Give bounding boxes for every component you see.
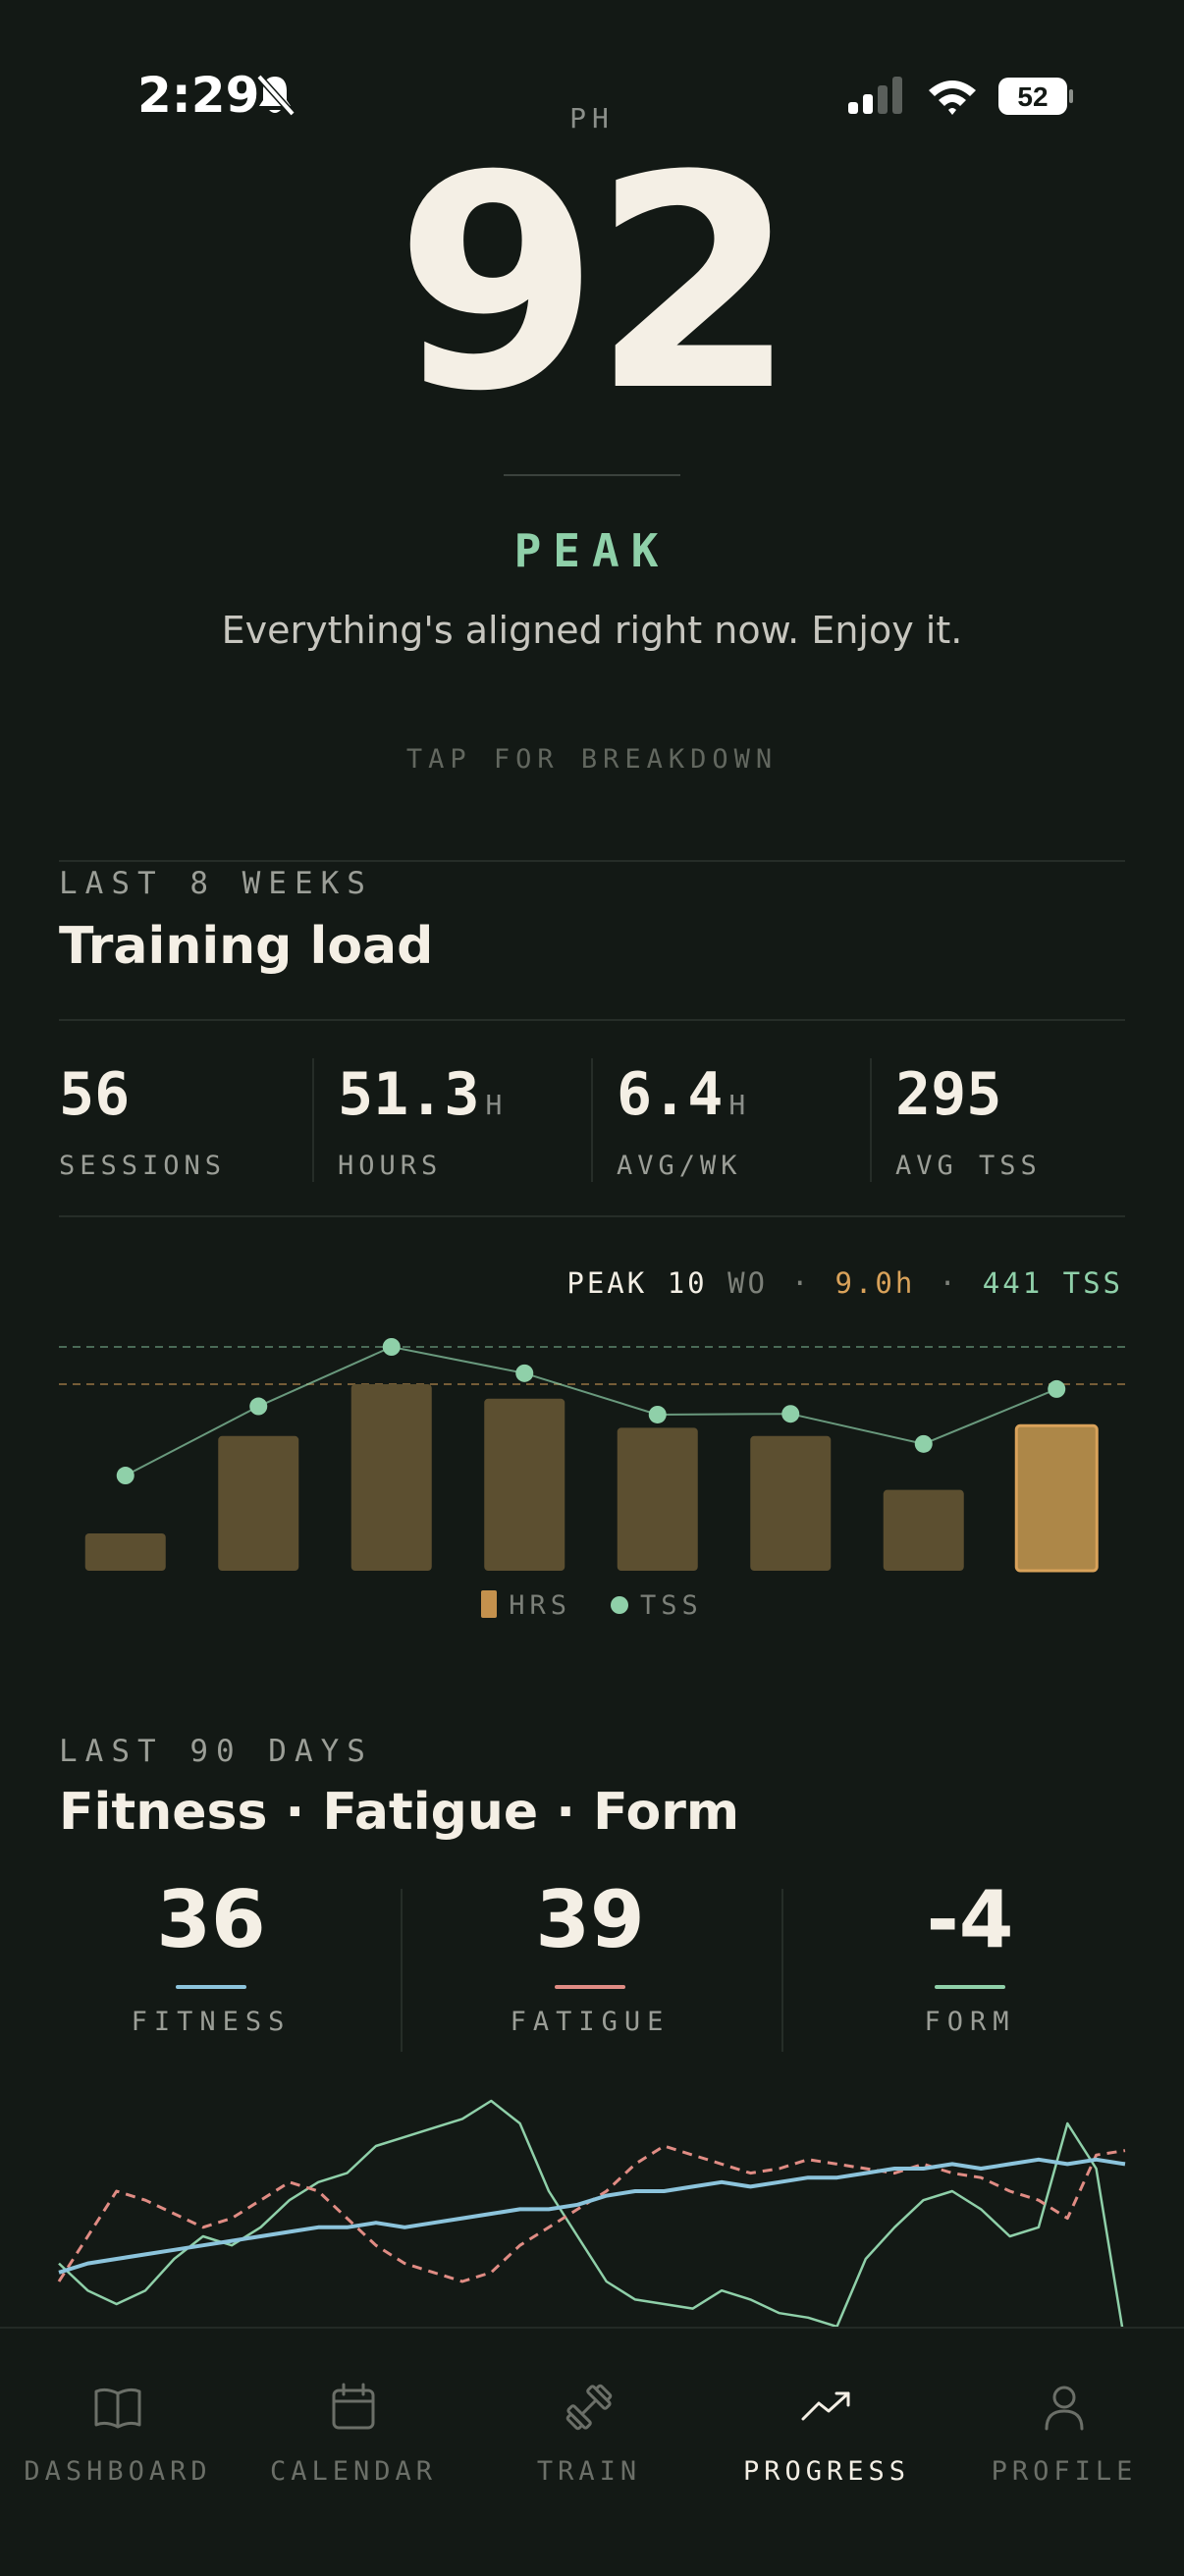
score-state: PEAK — [513, 524, 671, 577]
tab-profile[interactable]: PROFILE — [946, 2380, 1182, 2487]
stat-separator — [781, 1889, 783, 2052]
legend-hrs-swatch — [481, 1590, 498, 1618]
legend-tss-label: TSS — [640, 1590, 703, 1621]
stat-sessions-value: 56 — [59, 1060, 131, 1129]
legend-hrs-label: HRS — [509, 1590, 571, 1621]
peak-separator: · — [939, 1266, 959, 1300]
fitness-label: FITNESS — [131, 2007, 292, 2037]
fitness-color-bar — [176, 1985, 246, 1989]
hours-bar — [218, 1435, 299, 1571]
fatigue-stat: 39 FATIGUE — [423, 1874, 757, 2038]
tab-train-label: TRAIN — [536, 2456, 642, 2487]
user-icon — [1045, 2386, 1084, 2431]
stat-avg-tss: 295 AVG TSS — [895, 1060, 1042, 1181]
training-load-title: Training load — [59, 917, 434, 976]
fitness-stat: 36 FITNESS — [44, 1874, 378, 2038]
tab-progress-label: PROGRESS — [742, 2456, 911, 2487]
stat-avg-week: 6.4 H AVG/WK — [617, 1060, 746, 1181]
stat-separator — [312, 1058, 314, 1182]
tss-point — [781, 1405, 800, 1423]
score-description: Everything's aligned right now. Enjoy it… — [221, 609, 963, 652]
hours-bar — [1014, 1423, 1099, 1573]
tab-bar: DASHBOARD CALENDAR TRAIN PROGRESS PROFIL… — [0, 2327, 1184, 2576]
form-value: -4 — [926, 1874, 1014, 1965]
form-label: FORM — [924, 2007, 1016, 2037]
peak-workouts-unit: WO — [727, 1266, 768, 1300]
stat-avg-tss-label: AVG TSS — [895, 1151, 1042, 1181]
peak-summary: PEAK 10 WO · 9.0h · 441 TSS — [566, 1266, 1123, 1300]
stat-avg-week-unit: H — [728, 1089, 746, 1121]
form-line — [58, 2099, 1124, 2327]
tab-profile-label: PROFILE — [991, 2456, 1138, 2487]
tss-point — [1048, 1379, 1066, 1398]
section-divider — [59, 860, 1125, 862]
peak-hours: 9.0h — [834, 1266, 916, 1300]
stats-bottom-rule — [59, 1215, 1125, 1217]
hours-bar — [484, 1398, 565, 1571]
stat-hours-label: HOURS — [338, 1151, 443, 1181]
stat-avg-week-value: 6.4 — [617, 1060, 724, 1129]
fatigue-value: 39 — [535, 1874, 645, 1965]
stat-hours-value: 51.3 — [338, 1060, 480, 1129]
stat-sessions-label: SESSIONS — [59, 1151, 227, 1181]
hours-bar — [617, 1427, 698, 1571]
hours-bar — [350, 1384, 432, 1571]
tss-point — [249, 1397, 268, 1416]
dumbbell-icon — [565, 2384, 613, 2431]
fatigue-color-bar — [555, 1985, 625, 1989]
stat-separator — [401, 1889, 403, 2052]
book-icon — [94, 2388, 141, 2429]
tss-point — [116, 1467, 135, 1485]
chart-legend: HRS TSS — [0, 1590, 1184, 1621]
training-load-chart[interactable] — [0, 1315, 1184, 1590]
stat-avg-week-label: AVG/WK — [617, 1151, 742, 1181]
stat-separator — [870, 1058, 872, 1182]
tab-train[interactable]: TRAIN — [471, 2380, 707, 2487]
tab-dashboard-label: DASHBOARD — [24, 2456, 212, 2487]
tss-point — [648, 1405, 667, 1423]
peak-prefix: PEAK 10 — [566, 1266, 708, 1300]
fitness-value: 36 — [156, 1874, 266, 1965]
fatigue-label: FATIGUE — [510, 2007, 671, 2037]
tab-dashboard[interactable]: DASHBOARD — [0, 2380, 236, 2487]
stat-sessions: 56 SESSIONS — [59, 1060, 227, 1181]
hours-bar — [750, 1435, 832, 1571]
form-color-bar — [935, 1985, 1005, 1989]
calendar-icon — [332, 2383, 375, 2430]
peak-tss: 441 TSS — [982, 1266, 1123, 1300]
peak-separator: · — [791, 1266, 812, 1300]
stat-hours: 51.3 H HOURS — [338, 1060, 503, 1181]
trending-up-icon — [801, 2391, 850, 2421]
score-divider — [504, 474, 680, 476]
form-stat: -4 FORM — [803, 1874, 1137, 2038]
tab-calendar-label: CALENDAR — [269, 2456, 438, 2487]
fff-title: Fitness · Fatigue · Form — [59, 1783, 740, 1842]
stats-top-rule — [59, 1019, 1125, 1021]
stat-hours-unit: H — [485, 1089, 503, 1121]
tss-point — [382, 1338, 401, 1356]
stat-avg-tss-value: 295 — [895, 1060, 1002, 1129]
fff-kicker: LAST 90 DAYS — [59, 1734, 373, 1769]
score-value[interactable]: 92 — [0, 137, 1184, 432]
tss-point — [914, 1434, 933, 1453]
legend-tss-swatch — [611, 1596, 628, 1614]
tab-calendar[interactable]: CALENDAR — [236, 2380, 471, 2487]
stat-separator — [591, 1058, 593, 1182]
training-load-kicker: LAST 8 WEEKS — [59, 866, 373, 901]
tap-for-breakdown-button[interactable]: TAP FOR BREAKDOWN — [0, 744, 1184, 775]
fitness-fatigue-form-chart[interactable] — [0, 2081, 1184, 2327]
hours-bar — [84, 1533, 166, 1571]
tss-point — [515, 1364, 534, 1382]
tab-progress[interactable]: PROGRESS — [709, 2380, 944, 2487]
hours-bar — [883, 1489, 964, 1571]
